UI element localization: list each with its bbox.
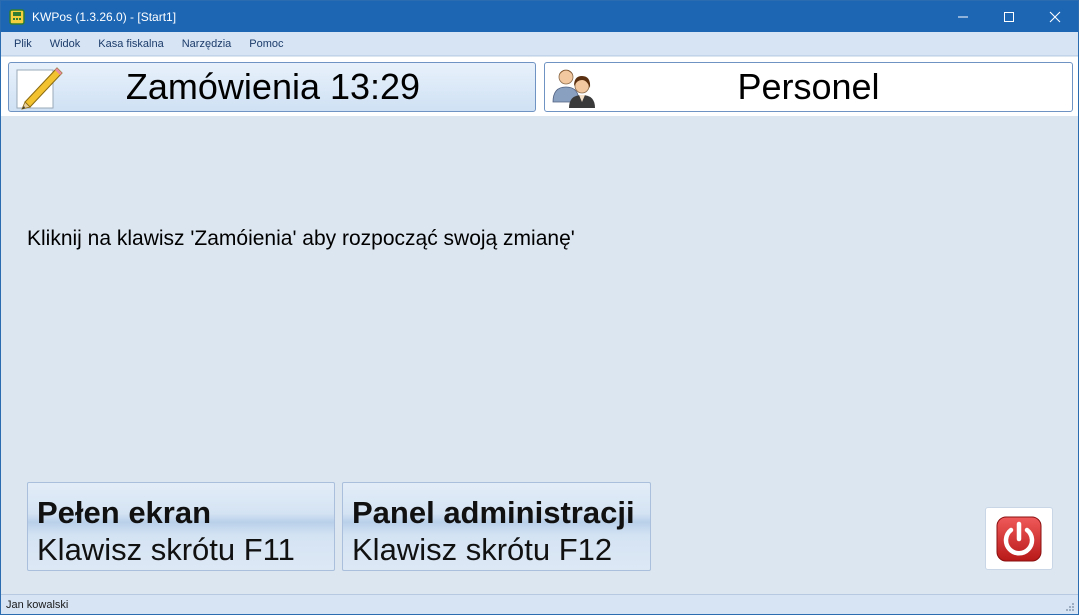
window-title: KWPos (1.3.26.0) - [Start1] (32, 9, 177, 24)
window-controls (940, 1, 1078, 32)
instruction-message: Kliknij na klawisz 'Zamóienia' aby rozpo… (27, 227, 575, 250)
menu-item-widok[interactable]: Widok (41, 32, 90, 56)
menu-item-narzedzia[interactable]: Narzędzia (173, 32, 241, 56)
admin-panel-button-shortcut: Klawisz skrótu F12 (352, 532, 613, 567)
maximize-icon (1004, 11, 1014, 22)
menu-item-plik[interactable]: Plik (5, 32, 41, 56)
minimize-button[interactable] (940, 1, 986, 32)
close-button[interactable] (1032, 1, 1078, 32)
menu-item-pomoc[interactable]: Pomoc (240, 32, 292, 56)
minimize-icon (958, 16, 968, 17)
staff-button[interactable]: Personel (544, 62, 1073, 112)
status-bar: Jan kowalski (1, 594, 1078, 614)
power-icon (996, 516, 1042, 561)
menu-item-kasa-fiskalna[interactable]: Kasa fiskalna (89, 32, 172, 56)
power-button[interactable] (985, 507, 1053, 570)
close-icon (1049, 11, 1061, 22)
fullscreen-button-shortcut: Klawisz skrótu F11 (37, 532, 295, 567)
status-user: Jan kowalski (6, 599, 69, 611)
admin-panel-button-title: Panel administracji (352, 495, 635, 530)
orders-button[interactable]: Zamówienia 13:29 (8, 62, 536, 112)
admin-panel-button[interactable]: Panel administracji Klawisz skrótu F12 (342, 482, 651, 571)
title-bar[interactable]: KWPos (1.3.26.0) - [Start1] (1, 1, 1078, 32)
orders-button-label: Zamówienia 13:29 (125, 66, 421, 107)
menu-bar: Plik Widok Kasa fiskalna Narzędzia Pomoc (1, 32, 1078, 56)
staff-button-label: Personel (737, 66, 880, 107)
maximize-button[interactable] (986, 1, 1032, 32)
fullscreen-button-title: Pełen ekran (37, 495, 212, 530)
app-window: KWPos (1.3.26.0) - [Start1] Plik Widok K… (0, 0, 1079, 615)
resize-grip-icon[interactable] (1065, 602, 1075, 612)
app-icon (9, 8, 25, 25)
fullscreen-button[interactable]: Pełen ekran Klawisz skrótu F11 (27, 482, 335, 571)
